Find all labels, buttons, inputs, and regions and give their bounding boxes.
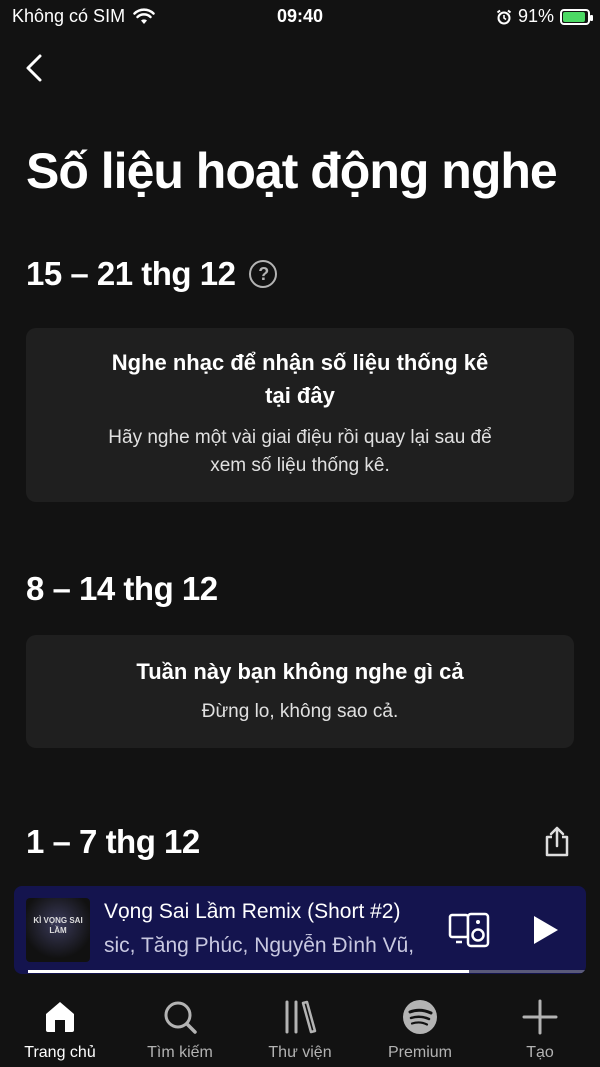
album-art-text: KÌ VỌNG SAI LẦM: [33, 916, 83, 935]
card-title-line2: tại đây: [265, 383, 335, 408]
speaker-device-icon: [448, 912, 490, 948]
status-right: 91%: [496, 6, 593, 27]
library-icon: [285, 1000, 317, 1034]
connect-device-button[interactable]: [448, 912, 490, 948]
chevron-left-icon: [26, 54, 42, 82]
nav-create[interactable]: Tạo: [480, 980, 600, 1067]
week-range-2: 8 – 14 thg 12: [26, 570, 218, 607]
battery-level: [563, 11, 585, 22]
search-icon: [164, 1001, 197, 1034]
home-icon: [46, 1002, 74, 1032]
help-icon[interactable]: ?: [249, 260, 278, 288]
playback-progress[interactable]: [28, 970, 586, 973]
empty-stats-card: Nghe nhạc để nhận số liệu thống kê tại đ…: [26, 328, 574, 502]
nav-home-label: Trang chủ: [24, 1044, 96, 1061]
track-artists: sic, Tăng Phúc, Nguyễn Đình Vũ,: [104, 934, 415, 957]
plus-icon: [522, 999, 558, 1035]
card-sub-line2: xem số liệu thống kê.: [210, 455, 390, 476]
spotify-icon: [403, 1000, 437, 1034]
page-title: Số liệu hoạt động nghe: [26, 143, 558, 199]
week-heading-1: 15 – 21 thg 12 ?: [26, 255, 278, 293]
week-range-1: 15 – 21 thg 12: [26, 255, 236, 292]
nav-premium[interactable]: Premium: [360, 980, 480, 1067]
battery-icon: [560, 8, 593, 25]
alarm-icon: [496, 9, 512, 24]
nav-library[interactable]: Thư viện: [240, 980, 360, 1067]
track-title: Vọng Sai Lầm Remix (Short #2): [104, 900, 401, 923]
nav-library-label: Thư viện: [268, 1044, 332, 1061]
nav-create-label: Tạo: [526, 1044, 554, 1061]
play-button[interactable]: [526, 912, 562, 948]
nav-search-label: Tìm kiếm: [147, 1044, 213, 1061]
nav-premium-label: Premium: [387, 1044, 452, 1061]
share-icon: [545, 826, 569, 857]
battery-percent: 91%: [517, 6, 554, 26]
card-sub-line1: Hãy nghe một vài giai điệu rồi quay lại …: [108, 427, 492, 448]
nav-home[interactable]: Trang chủ: [0, 980, 120, 1067]
status-bar: Không có SIM 09:40 91%: [0, 0, 600, 34]
album-art: KÌ VỌNG SAI LẦM: [26, 898, 90, 962]
card-title-line1: Nghe nhạc để nhận số liệu thống kê: [111, 350, 489, 375]
card-sub: Đừng lo, không sao cả.: [201, 701, 399, 722]
mini-player[interactable]: KÌ VỌNG SAI LẦM Vọng Sai Lầm Remix (Shor…: [14, 886, 586, 974]
no-listening-card: Tuần này bạn không nghe gì cả Đừng lo, k…: [26, 635, 574, 748]
bottom-nav: Trang chủ Tìm kiếm Thư viện Premium Tạo: [0, 980, 600, 1067]
play-icon: [534, 916, 558, 944]
week-heading-2: 8 – 14 thg 12: [26, 570, 218, 608]
share-button[interactable]: [540, 824, 574, 858]
card-title: Tuần này bạn không nghe gì cả: [136, 659, 464, 684]
nav-search[interactable]: Tìm kiếm: [120, 980, 240, 1067]
week-range-3: 1 – 7 thg 12: [26, 823, 200, 860]
week-heading-3: 1 – 7 thg 12: [26, 823, 200, 861]
back-button[interactable]: [14, 46, 54, 90]
playback-progress-fill: [28, 970, 469, 973]
